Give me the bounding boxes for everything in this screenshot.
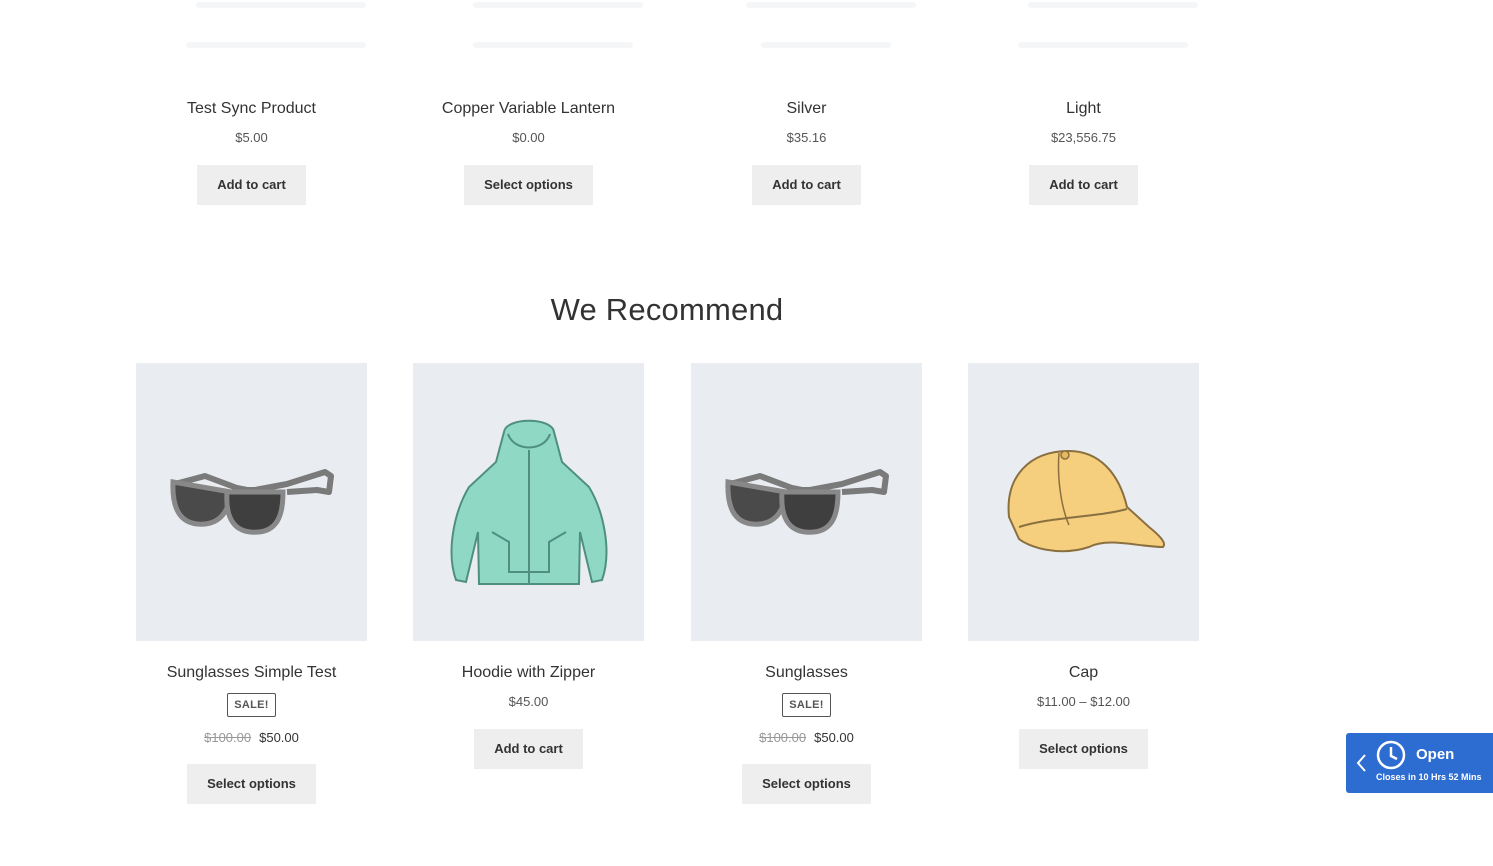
section-heading: We Recommend: [550, 292, 784, 327]
product-title[interactable]: Sunglasses: [691, 663, 922, 683]
product-image-faded: [968, 0, 1199, 60]
product-price: $5.00: [235, 130, 268, 145]
product-price: $100.00 $50.00: [691, 729, 922, 747]
sale-price: $50.00: [259, 730, 299, 745]
product-card: Sunglasses SALE! $100.00 $50.00 Select op…: [691, 663, 922, 804]
store-hours-widget[interactable]: Open Closes in 10 Hrs 52 Mins: [1346, 733, 1493, 793]
product-title[interactable]: Sunglasses Simple Test: [136, 663, 367, 683]
old-price: $100.00: [759, 730, 807, 745]
old-price: $100.00: [204, 730, 252, 745]
product-price: $11.00 – $12.00: [1036, 694, 1130, 709]
product-price: $35.16: [786, 130, 827, 145]
product-title[interactable]: Light: [968, 99, 1199, 119]
select-options-button[interactable]: Select options: [742, 764, 871, 804]
chevron-left-icon[interactable]: [1354, 751, 1368, 775]
product-card: Cap $11.00 – $12.00 Select options: [968, 663, 1199, 769]
product-price: $0.00: [512, 130, 545, 145]
hoodie-image[interactable]: [413, 363, 644, 641]
product-price: $100.00 $50.00: [136, 729, 367, 747]
add-to-cart-button[interactable]: Add to cart: [1029, 165, 1138, 205]
product-card: Hoodie with Zipper $45.00 Add to cart: [413, 663, 644, 769]
store-status: Open: [1416, 746, 1455, 763]
product-image-faded: [136, 0, 367, 60]
select-options-button[interactable]: Select options: [187, 764, 316, 804]
clock-icon: [1376, 740, 1406, 770]
select-options-button[interactable]: Select options: [464, 165, 593, 205]
product-title[interactable]: Test Sync Product: [136, 99, 367, 119]
add-to-cart-button[interactable]: Add to cart: [197, 165, 306, 205]
product-card: Sunglasses Simple Test SALE! $100.00 $50.…: [136, 663, 367, 804]
closing-time: Closes in 10 Hrs 52 Mins: [1376, 772, 1482, 782]
product-title[interactable]: Cap: [968, 663, 1199, 683]
add-to-cart-button[interactable]: Add to cart: [752, 165, 861, 205]
product-title[interactable]: Silver: [691, 99, 922, 119]
product-title[interactable]: Hoodie with Zipper: [413, 663, 644, 683]
product-image-faded: [413, 0, 644, 60]
sale-price: $50.00: [814, 730, 854, 745]
select-options-button[interactable]: Select options: [1019, 729, 1148, 769]
sunglasses-image[interactable]: [136, 363, 367, 641]
add-to-cart-button[interactable]: Add to cart: [474, 729, 583, 769]
product-image-faded: [691, 0, 922, 60]
sale-badge: SALE!: [782, 693, 831, 717]
sale-badge: SALE!: [227, 693, 276, 717]
sunglasses-image[interactable]: [691, 363, 922, 641]
product-price: $45.00: [508, 694, 549, 709]
product-price: $23,556.75: [1050, 130, 1117, 145]
product-title[interactable]: Copper Variable Lantern: [413, 99, 644, 119]
cap-image[interactable]: [968, 363, 1199, 641]
